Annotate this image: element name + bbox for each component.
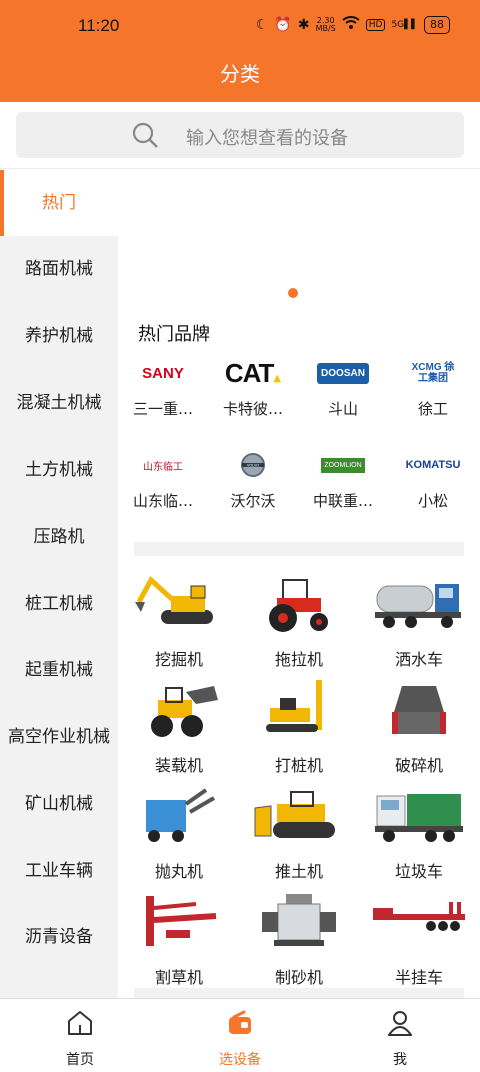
tractor-icon (244, 568, 354, 640)
crusher-icon (364, 674, 474, 746)
equip-mower[interactable]: 割草机 (124, 886, 234, 988)
sidebar-item-concrete-machinery[interactable]: 混凝土机械 (0, 370, 118, 436)
brand-doosan[interactable]: DOOSAN 斗山 (298, 358, 388, 419)
network-speed: 2.30 MB/S (315, 16, 336, 33)
status-time: 11:20 (78, 16, 120, 35)
brand-sdlg[interactable]: 山东临工 山东临… (118, 450, 208, 511)
sidebar-item-lifting[interactable]: 起重机械 (0, 637, 118, 703)
status-bar: 11:20 ☾ ⏰ ✱ 2.30 MB/S HD 5G▌▌ 88 (0, 0, 480, 52)
bottom-nav: 首页 选设备 我 (0, 998, 480, 1072)
search-icon (132, 122, 158, 148)
loader-icon (124, 674, 234, 746)
sdlg-logo: 山东临工 (143, 461, 183, 473)
equip-tractor[interactable]: 拖拉机 (244, 568, 354, 670)
zoomlion-logo: ZOOMLION (298, 450, 388, 480)
volvo-logo: VOLVO (208, 450, 298, 480)
bulldozer-icon (244, 780, 354, 852)
carousel-indicator (288, 288, 298, 298)
tab-select-equipment[interactable]: 选设备 (200, 1007, 280, 1069)
sidebar-item-piling[interactable]: 桩工机械 (0, 571, 118, 637)
equip-excavator[interactable]: 挖掘机 (124, 568, 234, 670)
equip-shot-blaster[interactable]: 抛丸机 (124, 780, 234, 882)
search-bar[interactable]: 输入您想查看的设备 (16, 112, 464, 158)
sprinkler-truck-icon (364, 568, 474, 640)
tab-home[interactable]: 首页 (40, 1007, 120, 1069)
sidebar-item-earthmoving[interactable]: 土方机械 (0, 437, 118, 503)
semi-trailer-icon (364, 886, 474, 958)
cat-logo: CAT ▲ (224, 357, 282, 388)
category-content[interactable]: 热门品牌 SANY 三一重… CAT ▲ 卡特彼… DOOSAN 斗山 XCMG … (118, 170, 480, 998)
category-sidebar[interactable]: 热门 路面机械 养护机械 混凝土机械 土方机械 压路机 桩工机械 起重机械 高空… (0, 170, 118, 998)
brand-xcmg[interactable]: XCMG 徐工集团 徐工 (388, 358, 478, 419)
hd-badge: HD (365, 19, 386, 31)
sidebar-item-mining[interactable]: 矿山机械 (0, 771, 118, 837)
brand-volvo[interactable]: VOLVO 沃尔沃 (208, 450, 298, 511)
bluetooth-icon: ✱ (297, 17, 310, 33)
brand-sany[interactable]: SANY 三一重… (118, 358, 208, 419)
sany-logo: SANY (142, 364, 184, 382)
sidebar-item-road-machinery[interactable]: 路面机械 (0, 236, 118, 302)
equip-crusher[interactable]: 破碎机 (364, 674, 474, 776)
equip-sprinkler-truck[interactable]: 洒水车 (364, 568, 474, 670)
status-icons: ☾ ⏰ ✱ 2.30 MB/S HD 5G▌▌ 88 (256, 16, 450, 34)
equip-pile-driver[interactable]: 打桩机 (244, 674, 354, 776)
equip-sand-maker[interactable]: 制砂机 (244, 886, 354, 988)
equip-garbage-truck[interactable]: 垃圾车 (364, 780, 474, 882)
sidebar-item-asphalt[interactable]: 沥青设备 (0, 904, 118, 970)
svg-text:VOLVO: VOLVO (247, 464, 259, 468)
section-divider (134, 542, 464, 556)
wifi-icon (342, 16, 360, 34)
mower-icon (124, 886, 234, 958)
shot-blaster-icon (124, 780, 234, 852)
sidebar-item-hot[interactable]: 热门 (0, 170, 118, 236)
search-input[interactable]: 输入您想查看的设备 (186, 124, 348, 150)
brand-komatsu[interactable]: KOMATSU 小松 (388, 450, 478, 511)
equipment-bag-icon (200, 1007, 280, 1039)
user-icon (360, 1007, 440, 1039)
pile-driver-icon (244, 674, 354, 746)
divider (0, 168, 480, 169)
garbage-truck-icon (364, 780, 474, 852)
section-divider-bottom (134, 988, 464, 998)
page-title: 分类 (220, 62, 260, 86)
alarm-icon: ⏰ (274, 17, 292, 33)
tab-me[interactable]: 我 (360, 1007, 440, 1069)
brand-cat[interactable]: CAT ▲ 卡特彼… (208, 358, 298, 419)
excavator-icon (124, 568, 234, 640)
equip-loader[interactable]: 装载机 (124, 674, 234, 776)
signal-icon: 5G▌▌ (391, 20, 418, 30)
sidebar-item-aerial-work[interactable]: 高空作业机械 (0, 704, 118, 770)
equip-semi-trailer[interactable]: 半挂车 (364, 886, 474, 988)
doosan-logo: DOOSAN (298, 358, 388, 388)
komatsu-logo: KOMATSU (405, 459, 461, 471)
equip-bulldozer[interactable]: 推土机 (244, 780, 354, 882)
brand-zoomlion[interactable]: ZOOMLION 中联重… (298, 450, 388, 511)
brands-title: 热门品牌 (138, 324, 210, 345)
app-header: 11:20 ☾ ⏰ ✱ 2.30 MB/S HD 5G▌▌ 88 分类 (0, 0, 480, 102)
xcmg-logo: XCMG 徐工集团 (411, 362, 455, 384)
sidebar-item-road-roller[interactable]: 压路机 (0, 504, 118, 570)
moon-icon: ☾ (255, 17, 269, 33)
battery-icon: 88 (424, 16, 450, 34)
home-icon (40, 1007, 120, 1039)
sidebar-item-maintenance-machinery[interactable]: 养护机械 (0, 303, 118, 369)
sidebar-item-industrial-vehicles[interactable]: 工业车辆 (0, 838, 118, 904)
sand-maker-icon (244, 886, 354, 958)
